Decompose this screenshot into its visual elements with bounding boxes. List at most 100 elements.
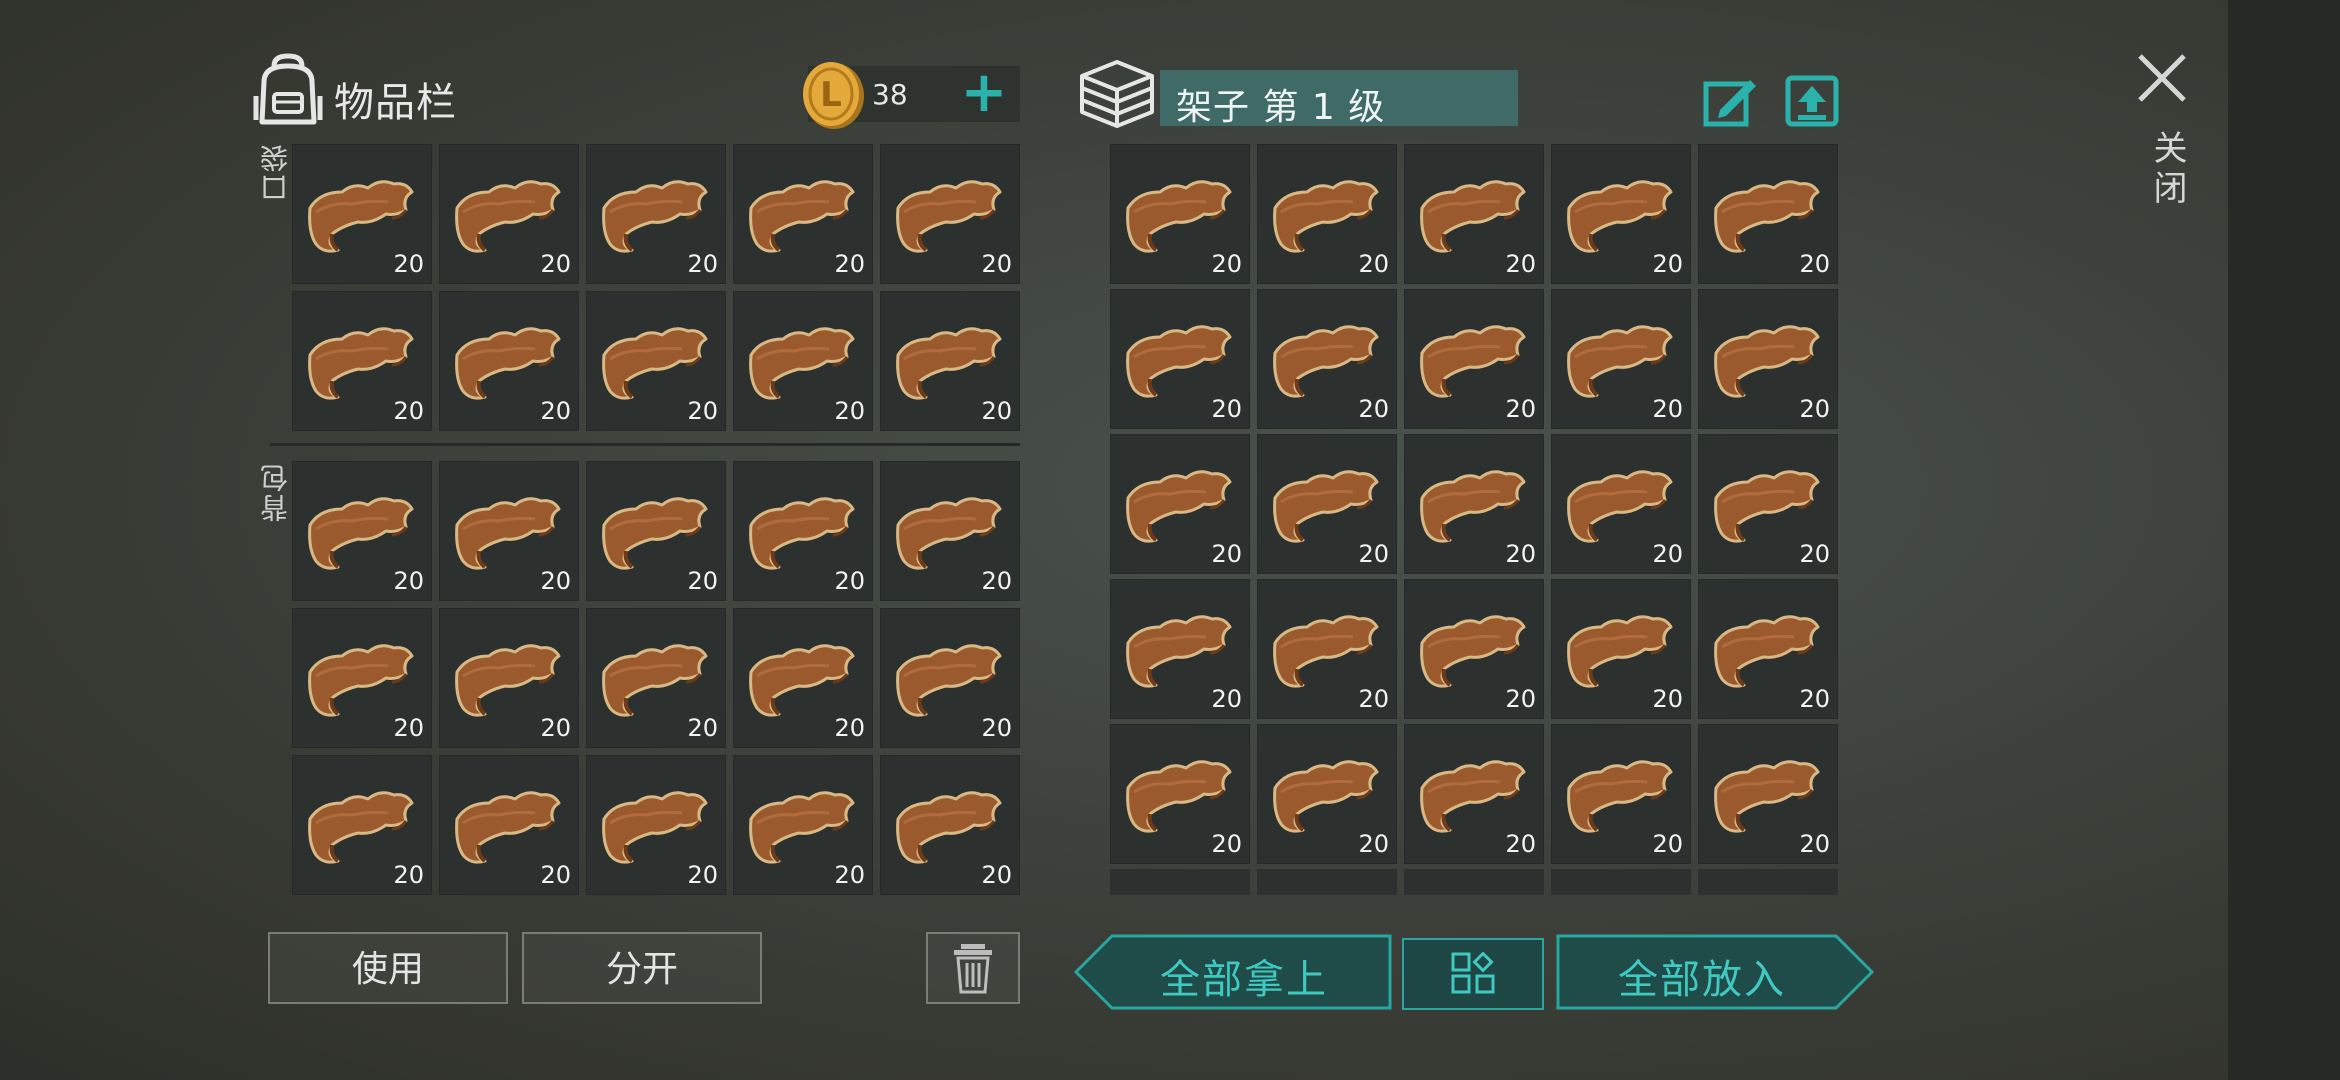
inventory-slot[interactable]: 20	[880, 608, 1020, 748]
slot-partial[interactable]	[1551, 869, 1691, 895]
inventory-slot[interactable]: 20	[1110, 289, 1250, 429]
inventory-slot[interactable]: 20	[1404, 289, 1544, 429]
inventory-slot[interactable]: 20	[439, 755, 579, 895]
inventory-slot[interactable]: 20	[1404, 579, 1544, 719]
inventory-slot[interactable]: 20	[1404, 434, 1544, 574]
inventory-slot[interactable]: 20	[733, 461, 873, 601]
inventory-slot[interactable]: 20	[1551, 434, 1691, 574]
inventory-slot[interactable]: 20	[733, 144, 873, 284]
item-quantity: 20	[393, 861, 424, 889]
close-icon[interactable]	[2134, 50, 2190, 106]
use-button[interactable]: 使用	[268, 932, 508, 1004]
item-quantity: 20	[393, 397, 424, 425]
item-quantity: 20	[1799, 250, 1830, 278]
item-quantity: 20	[1211, 395, 1242, 423]
inventory-slot[interactable]: 20	[586, 291, 726, 431]
inventory-slot[interactable]: 20	[292, 608, 432, 748]
inventory-slot[interactable]: 20	[439, 608, 579, 748]
item-quantity: 20	[687, 397, 718, 425]
leather-icon	[749, 644, 855, 717]
inventory-slot[interactable]: 20	[1551, 579, 1691, 719]
add-coins-button[interactable]: +	[956, 65, 1012, 121]
inventory-slot[interactable]: 20	[586, 608, 726, 748]
inventory-slot[interactable]: 20	[439, 291, 579, 431]
inventory-slot[interactable]: 20	[1698, 144, 1838, 284]
inventory-slot[interactable]: 20	[1110, 434, 1250, 574]
inventory-slot[interactable]: 20	[586, 144, 726, 284]
leather-icon	[602, 497, 708, 570]
put-all-button[interactable]: 全部放入	[1556, 934, 1874, 1010]
inventory-slot[interactable]: 20	[1551, 724, 1691, 864]
slot-partial[interactable]	[1257, 869, 1397, 895]
leather-icon	[455, 327, 561, 400]
item-quantity: 20	[834, 861, 865, 889]
inventory-slot[interactable]: 20	[1551, 144, 1691, 284]
item-quantity: 20	[1358, 685, 1389, 713]
rename-edit-icon[interactable]	[1702, 74, 1758, 128]
inventory-slot[interactable]: 20	[1698, 724, 1838, 864]
inventory-slot[interactable]: 20	[292, 291, 432, 431]
inventory-slot[interactable]: 20	[586, 755, 726, 895]
grid-icon	[1451, 952, 1495, 994]
trash-button[interactable]	[926, 932, 1020, 1004]
inventory-slot[interactable]: 20	[1698, 289, 1838, 429]
leather-icon	[1714, 760, 1820, 833]
item-quantity: 20	[393, 250, 424, 278]
inventory-slot[interactable]: 20	[1257, 579, 1397, 719]
inventory-slot[interactable]: 20	[1698, 434, 1838, 574]
inventory-slot[interactable]: 20	[1404, 144, 1544, 284]
leather-icon	[1273, 615, 1379, 688]
inventory-slot[interactable]: 20	[1551, 289, 1691, 429]
leather-icon	[1420, 470, 1526, 543]
inventory-slot[interactable]: 20	[292, 144, 432, 284]
inventory-slot[interactable]: 20	[733, 755, 873, 895]
inventory-slot[interactable]: 20	[439, 144, 579, 284]
inventory-slot[interactable]: 20	[733, 608, 873, 748]
item-quantity: 20	[1652, 395, 1683, 423]
item-quantity: 20	[687, 861, 718, 889]
inventory-title: 物品栏	[334, 80, 457, 126]
sort-grid-button[interactable]	[1402, 938, 1544, 1010]
item-quantity: 20	[1358, 395, 1389, 423]
item-quantity: 20	[981, 714, 1012, 742]
leather-icon	[749, 327, 855, 400]
inventory-slot[interactable]: 20	[1404, 724, 1544, 864]
item-quantity: 20	[1799, 395, 1830, 423]
leather-icon	[1273, 760, 1379, 833]
slot-partial[interactable]	[1404, 869, 1544, 895]
coin-icon: L	[803, 62, 864, 129]
leather-icon	[1567, 180, 1673, 253]
inventory-slot[interactable]: 20	[1110, 724, 1250, 864]
inventory-slot[interactable]: 20	[1698, 579, 1838, 719]
item-quantity: 20	[1505, 830, 1536, 858]
inventory-slot[interactable]: 20	[439, 461, 579, 601]
slot-partial[interactable]	[1698, 869, 1838, 895]
inventory-slot[interactable]: 20	[1257, 724, 1397, 864]
svg-text:L: L	[820, 75, 842, 115]
inventory-slot[interactable]: 20	[1257, 434, 1397, 574]
split-button[interactable]: 分开	[522, 932, 762, 1004]
item-quantity: 20	[834, 714, 865, 742]
item-quantity: 20	[540, 861, 571, 889]
inventory-slot[interactable]: 20	[1110, 144, 1250, 284]
inventory-slot[interactable]: 20	[292, 461, 432, 601]
upload-icon[interactable]	[1784, 74, 1840, 128]
inventory-slot[interactable]: 20	[880, 144, 1020, 284]
leather-icon	[1714, 325, 1820, 398]
inventory-slot[interactable]: 20	[880, 461, 1020, 601]
inventory-slot[interactable]: 20	[880, 755, 1020, 895]
inventory-slot[interactable]: 20	[1110, 579, 1250, 719]
item-quantity: 20	[1505, 395, 1536, 423]
inventory-slot[interactable]: 20	[1257, 144, 1397, 284]
inventory-slot[interactable]: 20	[733, 291, 873, 431]
inventory-slot[interactable]: 20	[586, 461, 726, 601]
take-all-button[interactable]: 全部拿上	[1074, 934, 1392, 1010]
slot-partial[interactable]	[1110, 869, 1250, 895]
inventory-slot[interactable]: 20	[1257, 289, 1397, 429]
inventory-slot[interactable]: 20	[880, 291, 1020, 431]
leather-icon	[308, 180, 414, 253]
leather-icon	[602, 791, 708, 864]
item-quantity: 20	[1652, 685, 1683, 713]
inventory-slot[interactable]: 20	[292, 755, 432, 895]
close-label[interactable]: 关闭	[2143, 130, 2192, 210]
